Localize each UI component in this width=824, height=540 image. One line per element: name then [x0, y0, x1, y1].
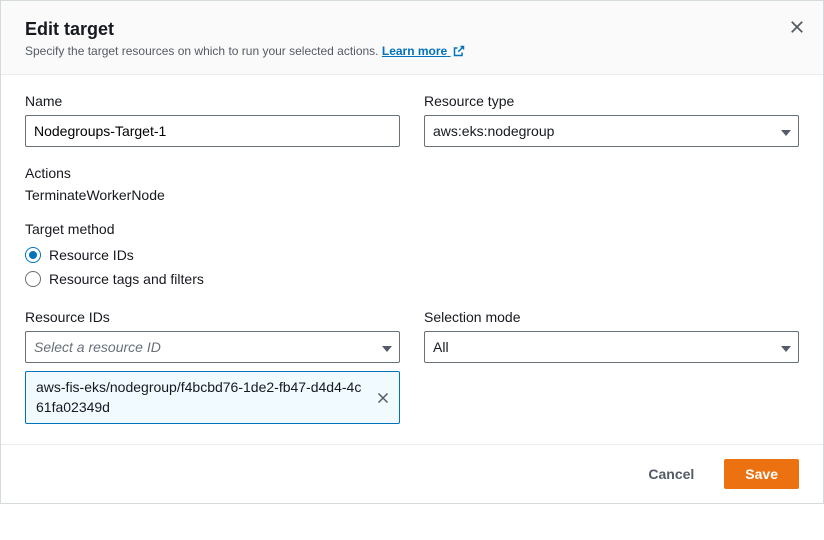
radio-resource-tags-filters[interactable]: Resource tags and filters	[25, 267, 799, 291]
token-remove-button[interactable]	[373, 388, 393, 408]
resource-type-select[interactable]: aws:eks:nodegroup	[424, 115, 799, 147]
learn-more-label: Learn more	[382, 44, 447, 58]
modal-header: Edit target Specify the target resources…	[1, 1, 823, 75]
actions-label: Actions	[25, 165, 799, 181]
resource-ids-field: Resource IDs Select a resource ID aws-fi…	[25, 309, 400, 424]
cancel-button[interactable]: Cancel	[628, 460, 714, 488]
modal-subtitle: Specify the target resources on which to…	[25, 44, 799, 58]
resource-type-label: Resource type	[424, 93, 799, 109]
target-method-label: Target method	[25, 221, 799, 237]
radio-resource-tags-filters-label: Resource tags and filters	[49, 271, 204, 287]
actions-field: Actions TerminateWorkerNode	[25, 165, 799, 203]
actions-value: TerminateWorkerNode	[25, 187, 799, 203]
resource-id-token-text: aws-fis-eks/nodegroup/f4bcbd76-1de2-fb47…	[36, 378, 365, 417]
edit-target-modal: Edit target Specify the target resources…	[0, 0, 824, 504]
save-button[interactable]: Save	[724, 459, 799, 489]
target-method-field: Target method Resource IDs Resource tags…	[25, 221, 799, 291]
name-field: Name	[25, 93, 400, 147]
resource-ids-select[interactable]: Select a resource ID	[25, 331, 400, 363]
name-input[interactable]	[25, 115, 400, 147]
modal-title: Edit target	[25, 19, 799, 40]
resource-ids-label: Resource IDs	[25, 309, 400, 325]
close-button[interactable]	[787, 17, 807, 37]
resource-type-field: Resource type aws:eks:nodegroup	[424, 93, 799, 147]
radio-unselected-icon	[25, 271, 41, 287]
selection-mode-label: Selection mode	[424, 309, 799, 325]
learn-more-link[interactable]: Learn more	[382, 44, 465, 58]
external-link-icon	[453, 45, 465, 57]
close-icon	[790, 20, 804, 34]
name-label: Name	[25, 93, 400, 109]
selection-mode-field: Selection mode All	[424, 309, 799, 424]
modal-body: Name Resource type aws:eks:nodegroup Act…	[1, 75, 823, 444]
radio-resource-ids-label: Resource IDs	[49, 247, 134, 263]
radio-selected-icon	[25, 247, 41, 263]
radio-resource-ids[interactable]: Resource IDs	[25, 243, 799, 267]
close-icon	[377, 392, 389, 404]
modal-footer: Cancel Save	[1, 444, 823, 503]
selection-mode-select[interactable]: All	[424, 331, 799, 363]
resource-id-token: aws-fis-eks/nodegroup/f4bcbd76-1de2-fb47…	[25, 371, 400, 424]
subtitle-text: Specify the target resources on which to…	[25, 44, 379, 58]
